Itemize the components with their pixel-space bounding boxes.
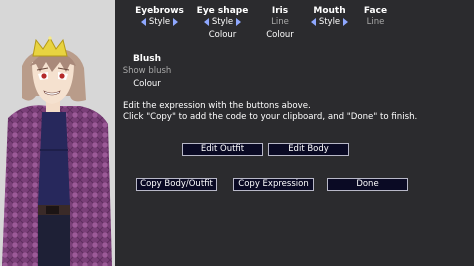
eyebrows-prev-arrow-icon[interactable]	[140, 18, 146, 26]
eye-shape-colour-button[interactable]: Colour	[195, 30, 250, 40]
edit-body-button[interactable]: Edit Body	[268, 143, 349, 156]
edit-outfit-button[interactable]: Edit Outfit	[182, 143, 263, 156]
eye-shape-prev-arrow-icon[interactable]	[203, 18, 209, 26]
face-control: Face Line	[358, 6, 393, 27]
mouth-style-value: Style	[318, 17, 341, 27]
help-line-2: Click "Copy" to add the code to your cli…	[123, 112, 418, 122]
iris-colour-button[interactable]: Colour	[260, 30, 300, 40]
copy-expression-button[interactable]: Copy Expression	[233, 178, 314, 191]
eye-shape-title: Eye shape	[196, 6, 249, 16]
blush-control: Blush Show blush Colour	[119, 54, 175, 89]
iris-title: Iris	[271, 6, 289, 16]
mouth-title: Mouth	[313, 6, 346, 16]
character-illustration	[2, 36, 112, 266]
mouth-control: Mouth Style	[307, 6, 352, 27]
blush-colour-button[interactable]: Colour	[119, 79, 175, 89]
show-blush-option[interactable]: Show blush	[119, 66, 175, 76]
iris-control: Iris Line Colour	[260, 6, 300, 40]
iris-line-option[interactable]: Line	[260, 17, 300, 27]
eyebrows-control: Eyebrows Style	[132, 6, 187, 27]
eyebrows-style-value: Style	[148, 17, 171, 27]
blush-title: Blush	[132, 54, 162, 64]
face-title: Face	[363, 6, 388, 16]
copy-body-outfit-button[interactable]: Copy Body/Outfit	[136, 178, 217, 191]
face-line-option[interactable]: Line	[358, 17, 393, 27]
help-text: Edit the expression with the buttons abo…	[123, 101, 468, 123]
expression-editor-panel: Eyebrows Style Eye shape Style Colour Ir…	[115, 0, 474, 266]
character-portrait	[0, 0, 115, 266]
eyebrows-title: Eyebrows	[135, 6, 184, 16]
mouth-prev-arrow-icon[interactable]	[310, 18, 316, 26]
mouth-next-arrow-icon[interactable]	[343, 18, 349, 26]
eye-shape-control: Eye shape Style Colour	[195, 6, 250, 40]
eye-shape-next-arrow-icon[interactable]	[236, 18, 242, 26]
done-button[interactable]: Done	[327, 178, 408, 191]
eye-shape-style-value: Style	[211, 17, 234, 27]
help-line-1: Edit the expression with the buttons abo…	[123, 101, 311, 111]
eyebrows-next-arrow-icon[interactable]	[173, 18, 179, 26]
